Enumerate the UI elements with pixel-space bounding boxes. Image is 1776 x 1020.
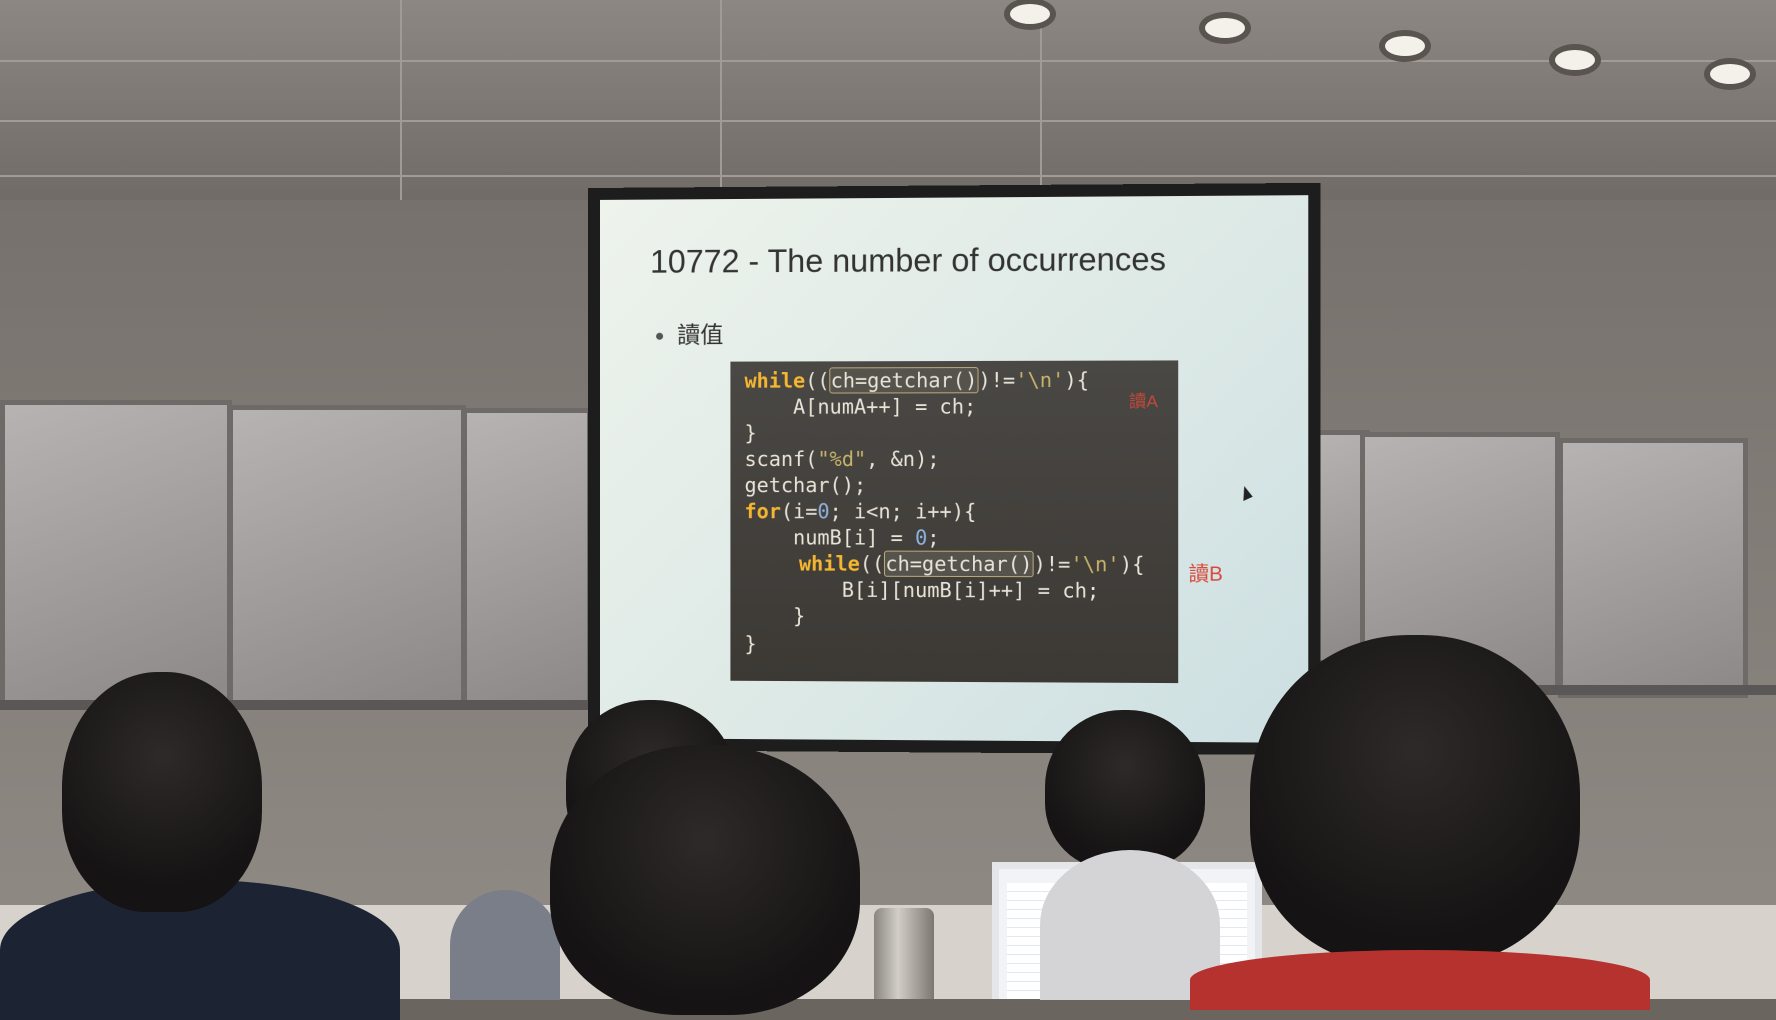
code-keyword: while [798,551,860,576]
code-text: (( [805,368,830,393]
code-text: ){ [1064,367,1090,393]
projector-screen: 10772 - The number of occurrences 讀值 whi… [588,182,1321,756]
code-line-1: while((ch=getchar())!='\n'){ [744,367,1090,394]
ceiling [0,0,1776,210]
slide-title: 10772 - The number of occurrences [650,240,1167,280]
code-text: )!= [978,367,1016,393]
code-text: ; [927,525,940,550]
ceiling-grid-line [0,175,1776,177]
code-text: (i= [780,499,818,524]
code-line-8: while((ch=getchar())!='\n'){ [798,550,1145,578]
code-string: '\n' [1015,367,1065,393]
ceiling-grid-line [400,0,402,200]
code-text: )!= [1033,551,1071,577]
code-line-10: } [744,603,806,628]
ceiling-grid-line [1040,0,1042,200]
code-block: while((ch=getchar())!='\n'){ A[numA++] =… [730,360,1179,684]
whiteboard-right [1558,438,1748,698]
slide-bullet: 讀值 [656,315,723,349]
code-line-3: } [744,420,757,445]
bullet-dot-icon [656,333,664,341]
student-head [62,672,262,912]
code-string: "%d" [817,446,867,472]
student-head [1045,710,1205,870]
code-line-7: numB[i] = 0; [744,524,940,550]
code-line-6: for(i=0; i<n; i++){ [745,498,977,524]
annotation-read-b: 讀B [1188,563,1223,586]
student-head [1250,635,1580,965]
water-bottle [874,908,934,999]
code-number: 0 [817,499,830,524]
ceiling-grid-line [0,120,1776,122]
code-string: '\n' [1070,551,1120,577]
annotation-read-a: 讀A [1128,391,1158,412]
code-highlight: ch=getchar() [884,550,1034,578]
code-line-2: A[numA++] = ch; [744,394,977,419]
code-keyword: while [744,368,806,393]
code-keyword: for [744,499,781,524]
ceiling-grid-line [0,60,1776,62]
student-shoulders [1190,950,1650,1010]
code-text: (( [859,551,885,576]
code-text: ; i<n; i++){ [829,499,977,524]
ceiling-light [1555,50,1595,70]
code-text: , &n); [866,446,940,472]
mouse-cursor-icon [1237,484,1253,502]
code-line-5: getchar(); [744,473,867,498]
whiteboard-left [462,408,592,708]
code-line-11: } [744,631,757,656]
code-text: numB[i] = [744,525,916,550]
ceiling-light [1010,4,1050,24]
code-line-4: scanf("%d", &n); [745,446,940,472]
code-line-9: B[i][numB[i]++] = ch; [744,577,1100,603]
code-text: ){ [1119,552,1145,577]
ceiling-light [1710,64,1750,84]
bullet-text: 讀值 [677,321,724,348]
student-head [550,745,860,1015]
ceiling-light [1205,18,1245,38]
whiteboard-left [228,405,466,707]
code-number: 0 [915,525,928,550]
ceiling-light [1385,36,1425,56]
code-text: scanf( [744,446,818,472]
slide: 10772 - The number of occurrences 讀值 whi… [599,195,1309,743]
whiteboard-left [0,400,232,710]
ceiling-grid-line [720,0,722,200]
code-highlight: ch=getchar() [829,367,979,394]
student-cap [450,890,560,1000]
